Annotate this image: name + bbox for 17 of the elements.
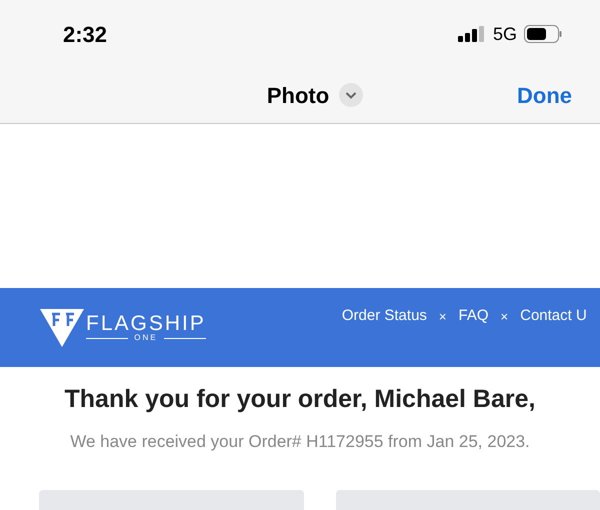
status-time: 2:32: [63, 20, 108, 48]
separator-mark: ×: [500, 308, 508, 326]
done-button[interactable]: Done: [517, 78, 572, 112]
signal-icon: [458, 26, 486, 42]
brand-name: FLAGSHIP: [86, 313, 206, 334]
order-summary-text: We have received your Order# H1172955 from Jan 25, 2023.: [70, 430, 530, 452]
chevron-down-icon[interactable]: [339, 83, 364, 108]
network-label: 5G: [492, 22, 517, 46]
nav-link[interactable]: FAQ: [458, 305, 489, 328]
nav-title: Photo: [266, 82, 330, 110]
nav-link[interactable]: Contact U: [520, 305, 587, 328]
logo-icon: [40, 308, 84, 346]
thank-you-heading: Thank you for your order, Michael Bare,: [64, 384, 536, 415]
nav-link[interactable]: Order Status: [342, 305, 427, 328]
separator-mark: ×: [438, 308, 447, 326]
brand-subtitle: ONE: [134, 334, 158, 342]
battery-icon: [524, 25, 562, 43]
